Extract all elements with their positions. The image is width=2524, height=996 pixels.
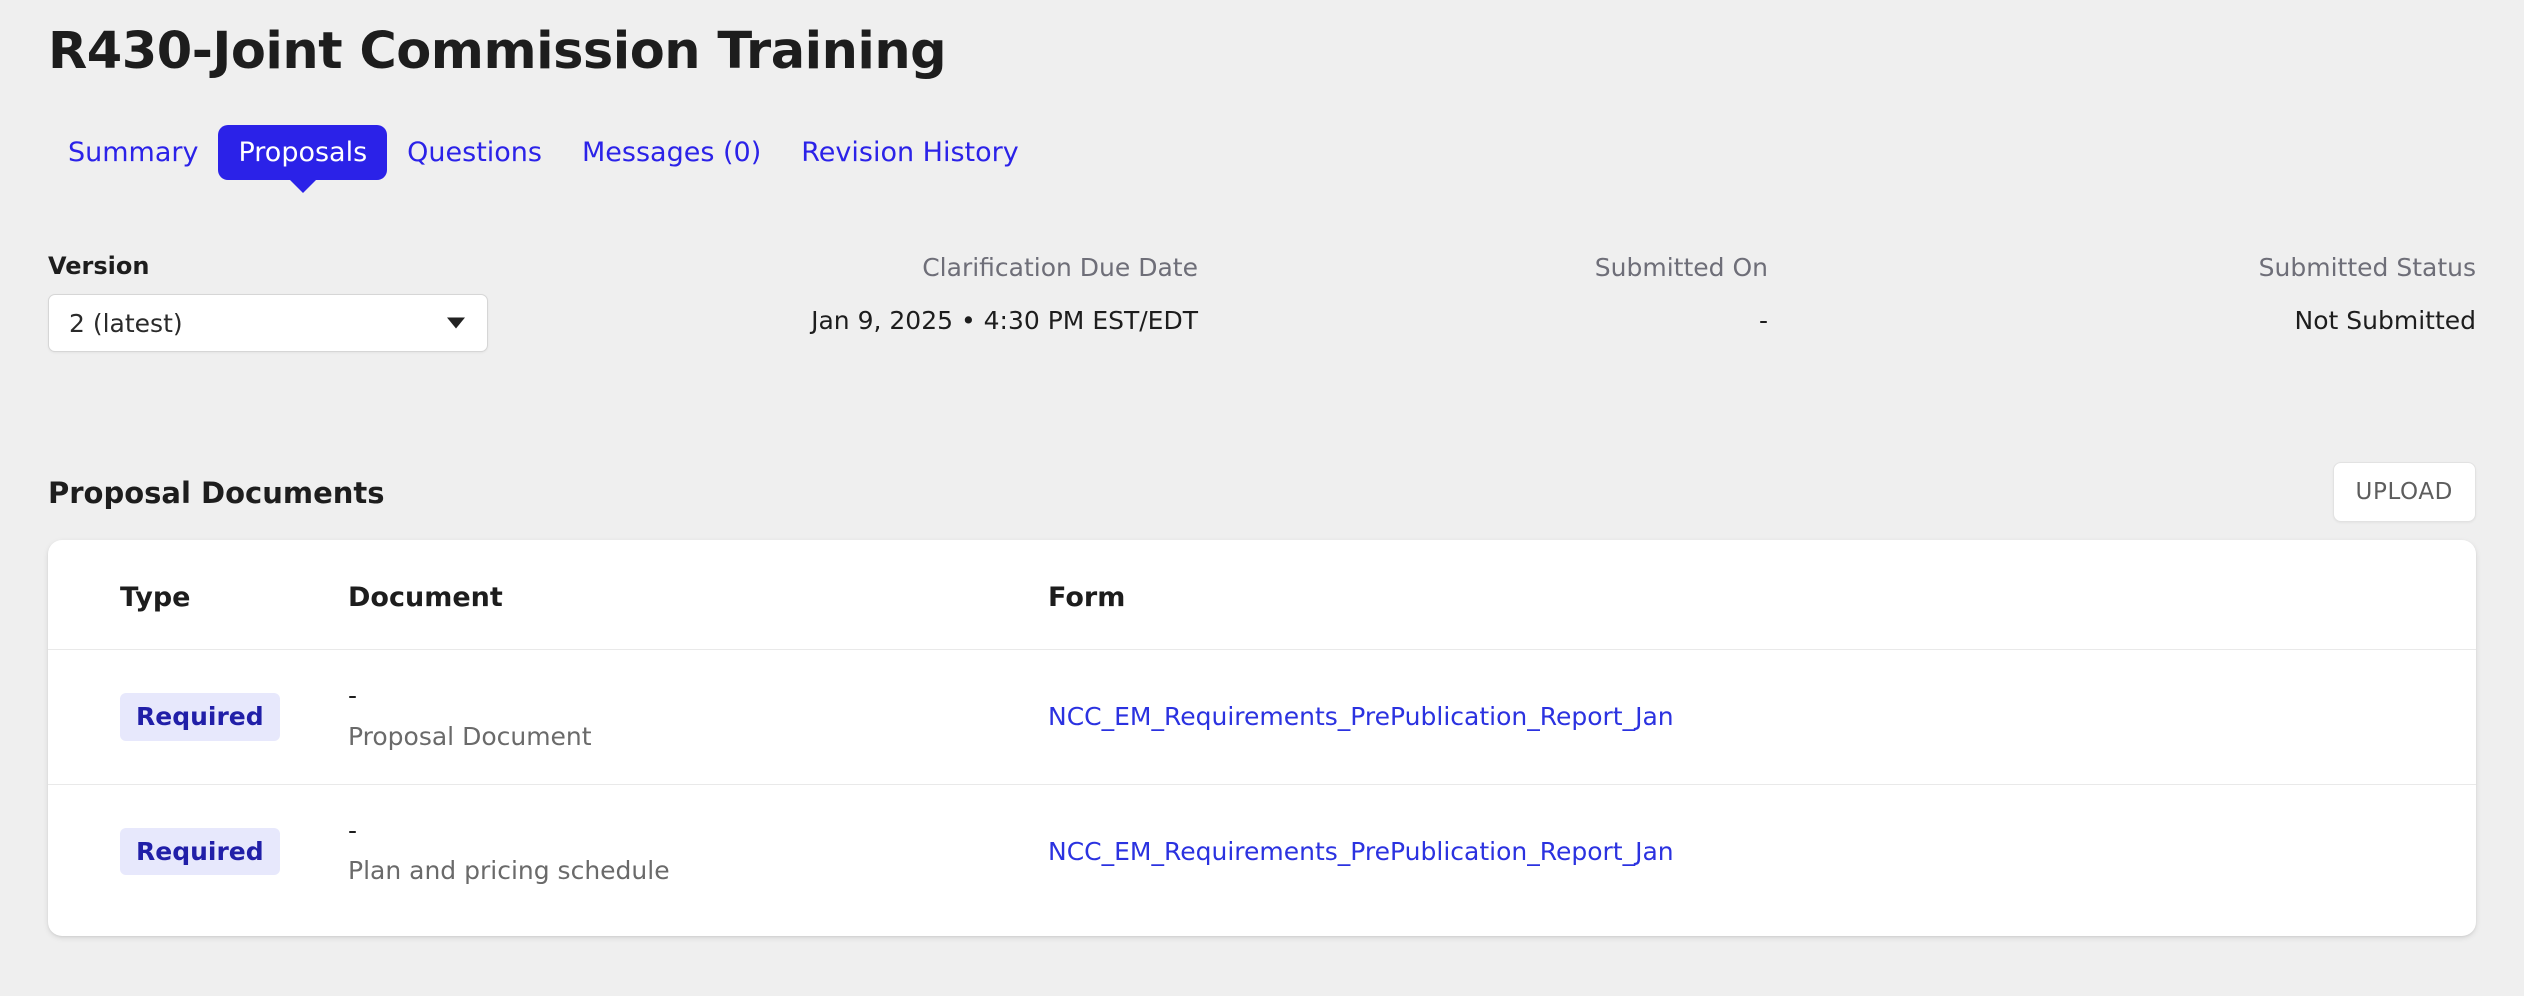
required-badge: Required — [120, 693, 280, 741]
tab-messages[interactable]: Messages (0) — [562, 125, 781, 180]
proposal-documents-header: Proposal Documents UPLOAD — [48, 462, 2476, 534]
submitted-on-block: Submitted On - — [1228, 252, 1768, 337]
form-link[interactable]: NCC_EM_Requirements_PrePublication_Repor… — [1048, 702, 1674, 731]
section-title: Proposal Documents — [48, 476, 385, 510]
submitted-on-label: Submitted On — [1228, 252, 1768, 285]
tab-questions[interactable]: Questions — [387, 125, 562, 180]
cell-document: - Plan and pricing schedule — [348, 784, 1048, 918]
upload-button[interactable]: UPLOAD — [2333, 462, 2476, 522]
document-primary: - — [348, 682, 1048, 710]
clarification-due-date-label: Clarification Due Date — [398, 252, 1198, 285]
cell-form: NCC_EM_Requirements_PrePublication_Repor… — [1048, 650, 2476, 785]
clarification-due-date-block: Clarification Due Date Jan 9, 2025 • 4:3… — [398, 252, 1198, 337]
submitted-on-value: - — [1228, 305, 1768, 338]
status-badge: Not Submitted — [1916, 305, 2476, 338]
column-header-document: Document — [348, 540, 1048, 650]
document-secondary: Plan and pricing schedule — [348, 856, 1048, 886]
column-header-type: Type — [48, 540, 348, 650]
form-link[interactable]: NCC_EM_Requirements_PrePublication_Repor… — [1048, 837, 1674, 866]
column-header-form: Form — [1048, 540, 2476, 650]
cell-document: - Proposal Document — [348, 650, 1048, 785]
proposal-meta-row: Version 2 (latest) Clarification Due Dat… — [48, 252, 2476, 372]
document-primary: - — [348, 817, 1048, 845]
table-header-row: Type Document Form — [48, 540, 2476, 650]
cell-type: Required — [48, 650, 348, 785]
proposal-documents-card: Type Document Form Required - Proposal D… — [48, 540, 2476, 936]
table-row: Required - Plan and pricing schedule NCC… — [48, 784, 2476, 918]
proposals-page: R430-Joint Commission Training Summary P… — [0, 0, 2524, 996]
version-selected-value: 2 (latest) — [69, 309, 183, 338]
document-secondary: Proposal Document — [348, 722, 1048, 752]
tab-proposals[interactable]: Proposals — [218, 125, 387, 180]
tab-bar: Summary Proposals Questions Messages (0)… — [48, 125, 1039, 180]
cell-type: Required — [48, 784, 348, 918]
proposal-documents-table: Type Document Form Required - Proposal D… — [48, 540, 2476, 918]
submitted-status-block: Submitted Status Not Submitted — [1916, 252, 2476, 337]
submitted-status-label: Submitted Status — [1916, 252, 2476, 285]
table-row: Required - Proposal Document NCC_EM_Requ… — [48, 650, 2476, 785]
cell-form: NCC_EM_Requirements_PrePublication_Repor… — [1048, 784, 2476, 918]
page-title: R430-Joint Commission Training — [48, 22, 946, 81]
tab-summary[interactable]: Summary — [48, 125, 218, 180]
clarification-due-date-value: Jan 9, 2025 • 4:30 PM EST/EDT — [398, 305, 1198, 338]
required-badge: Required — [120, 828, 280, 876]
tab-revision-history[interactable]: Revision History — [781, 125, 1038, 180]
